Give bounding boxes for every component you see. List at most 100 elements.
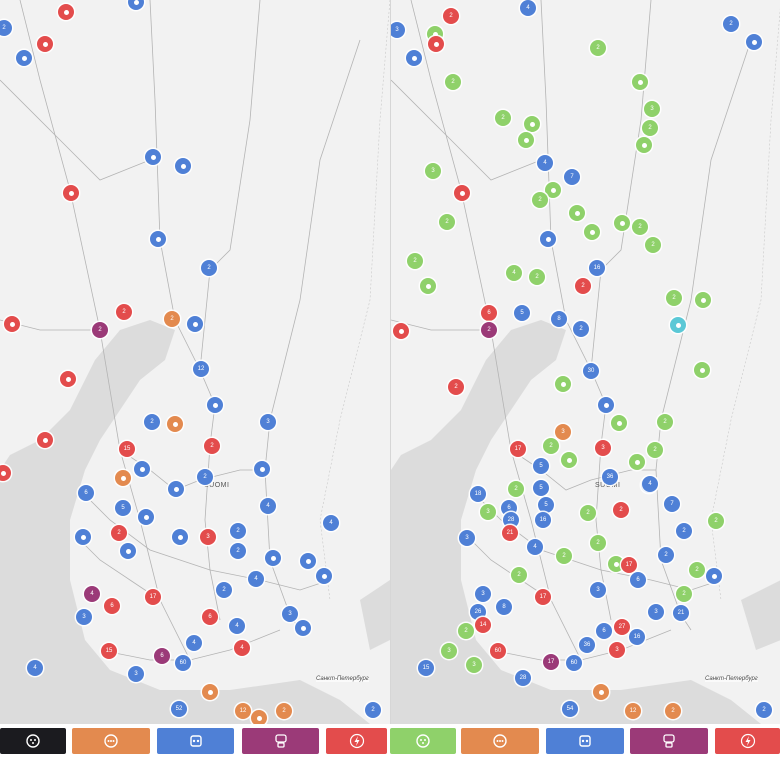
right-charging-station-marker[interactable]: 7 [664, 496, 680, 512]
left-charging-station-marker[interactable] [265, 550, 281, 566]
right-charging-station-marker[interactable]: 3 [590, 582, 606, 598]
right-charging-station-marker[interactable] [555, 376, 571, 392]
right-charging-station-marker[interactable] [670, 317, 686, 333]
right-charging-station-marker[interactable]: 18 [470, 486, 486, 502]
right-charging-station-marker[interactable]: 2 [445, 74, 461, 90]
right-charging-station-marker[interactable]: 2 [556, 548, 572, 564]
right-charging-station-marker[interactable]: 8 [496, 599, 512, 615]
right-charging-station-marker[interactable]: 3 [466, 657, 482, 673]
right-charging-station-marker[interactable]: 28 [515, 670, 531, 686]
right-charging-station-marker[interactable]: 16 [535, 512, 551, 528]
right-charging-station-marker[interactable]: 2 [575, 278, 591, 294]
right-charging-station-marker[interactable]: 7 [564, 169, 580, 185]
left-charging-station-marker[interactable]: 4 [27, 660, 43, 676]
right-charging-station-marker[interactable]: 6 [630, 572, 646, 588]
right-charging-station-marker[interactable]: 30 [583, 363, 599, 379]
left-charging-station-marker[interactable] [207, 397, 223, 413]
right-charging-station-marker[interactable]: 2 [689, 562, 705, 578]
right-charging-station-marker[interactable]: 2 [573, 321, 589, 337]
left-charging-station-marker[interactable]: 6 [154, 648, 170, 664]
right-charging-station-marker[interactable]: 17 [621, 557, 637, 573]
right-charging-station-marker[interactable] [561, 452, 577, 468]
left-charging-station-marker[interactable]: 15 [101, 643, 117, 659]
right-charging-station-marker[interactable]: 16 [629, 629, 645, 645]
left-charging-station-marker[interactable]: 3 [76, 609, 92, 625]
left-charging-station-marker[interactable]: 2 [276, 703, 292, 719]
left-charging-station-marker[interactable] [254, 461, 270, 477]
left-charging-station-marker[interactable] [202, 684, 218, 700]
left-charging-station-marker[interactable] [316, 568, 332, 584]
right-charging-station-marker[interactable]: 2 [632, 219, 648, 235]
left-charging-station-marker[interactable]: 4 [323, 515, 339, 531]
left-charging-station-marker[interactable] [16, 50, 32, 66]
right-charging-station-marker[interactable]: 3 [595, 440, 611, 456]
left-charging-station-marker[interactable]: 4 [260, 498, 276, 514]
right-charging-station-marker[interactable]: 2 [708, 513, 724, 529]
right-charging-station-marker[interactable]: 17 [543, 654, 559, 670]
right-charging-station-marker[interactable]: 2 [481, 322, 497, 338]
left-charging-station-marker[interactable]: 6 [104, 598, 120, 614]
left-charging-station-marker[interactable] [167, 416, 183, 432]
left-charging-station-marker[interactable]: 52 [171, 701, 187, 717]
right-charging-station-marker[interactable]: 2 [508, 481, 524, 497]
right-charging-station-marker[interactable]: 4 [527, 539, 543, 555]
right-charging-station-marker[interactable]: 2 [665, 703, 681, 719]
left-charging-station-marker[interactable]: 2 [230, 543, 246, 559]
right-charging-station-marker[interactable]: 5 [533, 458, 549, 474]
right-charging-station-marker[interactable]: 2 [443, 8, 459, 24]
left-charging-station-marker[interactable] [295, 620, 311, 636]
right-charging-station-marker[interactable]: 3 [609, 642, 625, 658]
left-charging-station-marker[interactable] [175, 158, 191, 174]
right-charging-station-marker[interactable]: 6 [481, 305, 497, 321]
left-charging-station-marker[interactable] [4, 316, 20, 332]
right-charging-station-marker[interactable] [584, 224, 600, 240]
left-charging-station-marker[interactable] [300, 553, 316, 569]
left-charging-station-marker[interactable]: 2 [204, 438, 220, 454]
left-charging-station-marker[interactable]: 6 [202, 609, 218, 625]
right-charging-station-marker[interactable]: 2 [580, 505, 596, 521]
left-charging-station-marker[interactable]: 4 [84, 586, 100, 602]
filter-chademo-button-2[interactable] [546, 728, 624, 754]
left-charging-station-marker[interactable] [251, 710, 267, 724]
filter-all-button[interactable] [390, 728, 456, 754]
left-charging-station-marker[interactable]: 2 [144, 414, 160, 430]
right-charging-station-marker[interactable]: 3 [644, 101, 660, 117]
right-charging-station-marker[interactable]: 36 [579, 637, 595, 653]
filter-chademo-button[interactable] [157, 728, 234, 754]
left-charging-station-marker[interactable]: 17 [145, 589, 161, 605]
right-charging-station-marker[interactable]: 54 [562, 701, 578, 717]
filter-ccs-button[interactable] [0, 728, 66, 754]
right-charging-station-marker[interactable]: 2 [448, 379, 464, 395]
right-charging-station-marker[interactable] [454, 185, 470, 201]
right-charging-station-marker[interactable]: 12 [625, 703, 641, 719]
right-charging-station-marker[interactable]: 2 [532, 192, 548, 208]
left-charging-station-marker[interactable]: 60 [175, 655, 191, 671]
right-charging-station-marker[interactable]: 4 [537, 155, 553, 171]
right-charging-station-marker[interactable]: 2 [590, 535, 606, 551]
left-charging-station-marker[interactable]: 12 [193, 361, 209, 377]
right-charging-station-marker[interactable]: 2 [439, 214, 455, 230]
right-charging-station-marker[interactable]: 3 [441, 643, 457, 659]
right-charging-station-marker[interactable]: 3 [480, 504, 496, 520]
left-charging-station-marker[interactable]: 4 [234, 640, 250, 656]
right-charging-station-marker[interactable] [694, 362, 710, 378]
right-charging-station-marker[interactable] [545, 182, 561, 198]
right-charging-station-marker[interactable]: 4 [520, 0, 536, 16]
left-charging-station-marker[interactable]: 2 [116, 304, 132, 320]
left-charging-station-marker[interactable]: 3 [128, 666, 144, 682]
right-charging-station-marker[interactable]: 3 [475, 586, 491, 602]
right-charging-station-marker[interactable] [518, 132, 534, 148]
right-charging-station-marker[interactable] [598, 397, 614, 413]
right-charging-station-marker[interactable]: 2 [676, 523, 692, 539]
right-charging-station-marker[interactable]: 8 [551, 311, 567, 327]
left-charging-station-marker[interactable] [150, 231, 166, 247]
left-charging-station-marker[interactable]: 3 [282, 606, 298, 622]
left-charging-station-marker[interactable] [58, 4, 74, 20]
right-charging-station-marker[interactable]: 2 [666, 290, 682, 306]
left-charging-station-marker[interactable]: 3 [260, 414, 276, 430]
right-charging-station-marker[interactable]: 36 [602, 469, 618, 485]
left-charging-station-marker[interactable]: 4 [229, 618, 245, 634]
right-charging-station-marker[interactable]: 60 [490, 643, 506, 659]
left-charging-station-marker[interactable]: 2 [92, 322, 108, 338]
left-map-panel[interactable]: SUOMI Санкт-Петербург 2 2 2 2 2 12 2 3 15 2 2 6 5 4 4 3… [0, 0, 390, 724]
